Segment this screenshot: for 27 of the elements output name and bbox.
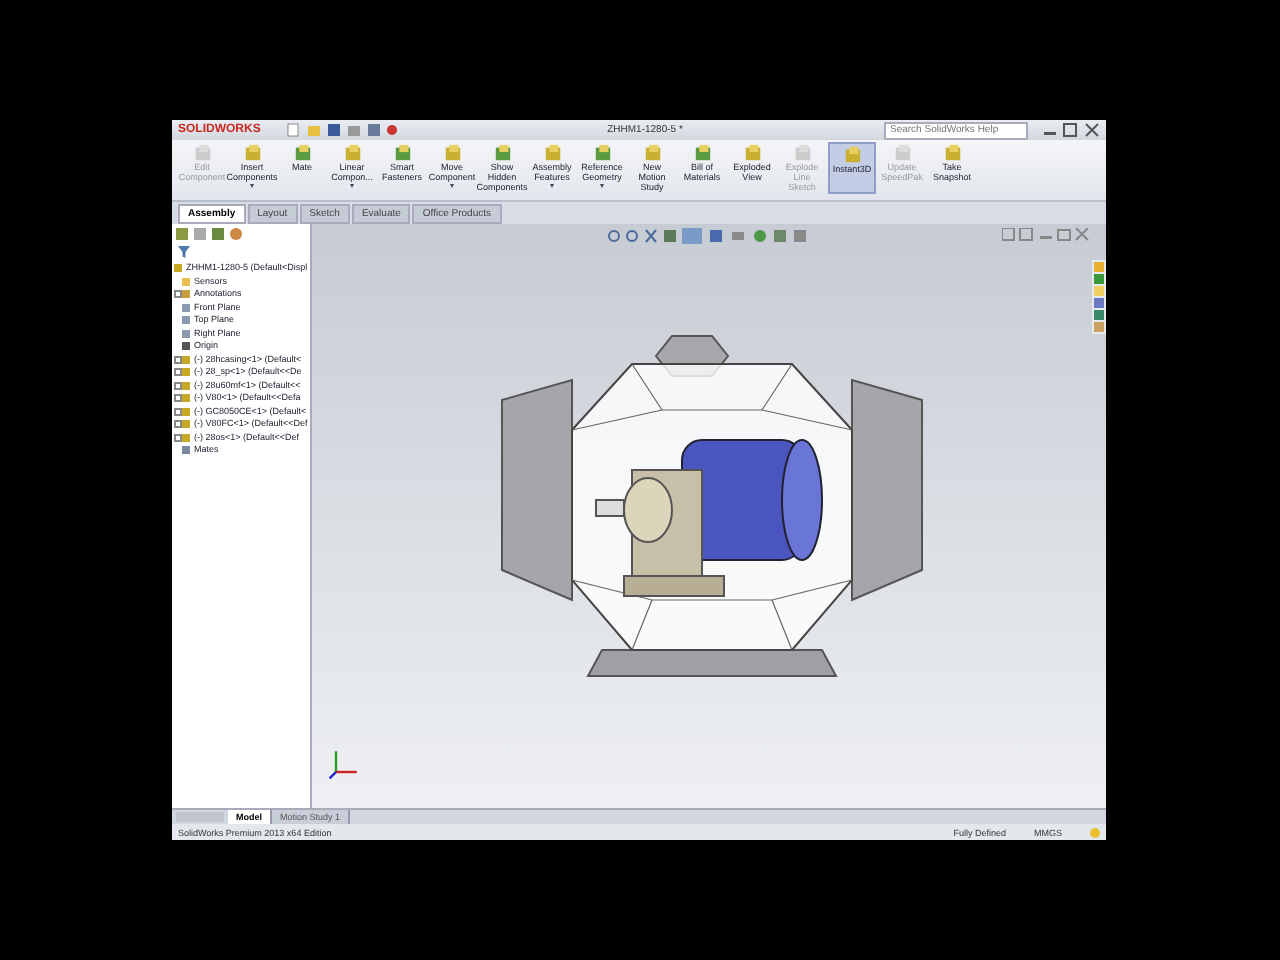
box-icon: [893, 144, 911, 162]
box-icon: [243, 144, 261, 162]
filter-icon[interactable]: [178, 246, 190, 258]
caret-icon[interactable]: [600, 184, 604, 188]
caret-icon[interactable]: [450, 184, 454, 188]
box-icon: [393, 144, 411, 162]
box-icon: [343, 144, 361, 162]
box-icon: [543, 144, 561, 162]
view-toolbar-icons[interactable]: [608, 228, 808, 244]
box-icon: [193, 144, 211, 162]
viewport-window-icons[interactable]: [1002, 228, 1090, 242]
box-icon: [943, 144, 961, 162]
box-icon: [293, 144, 311, 162]
box-icon: [443, 144, 461, 162]
axis-triad-icon: [328, 748, 360, 780]
caret-icon[interactable]: [350, 184, 354, 188]
scrollbar[interactable]: [176, 812, 224, 822]
box-icon: [793, 144, 811, 162]
box-icon: [643, 144, 661, 162]
caret-icon[interactable]: [250, 184, 254, 188]
box-icon: [593, 144, 611, 162]
box-icon: [843, 146, 861, 164]
box-icon: [693, 144, 711, 162]
window-controls-icon[interactable]: [1040, 122, 1100, 138]
box-icon: [743, 144, 761, 162]
box-icon: [493, 144, 511, 162]
caret-icon[interactable]: [550, 184, 554, 188]
